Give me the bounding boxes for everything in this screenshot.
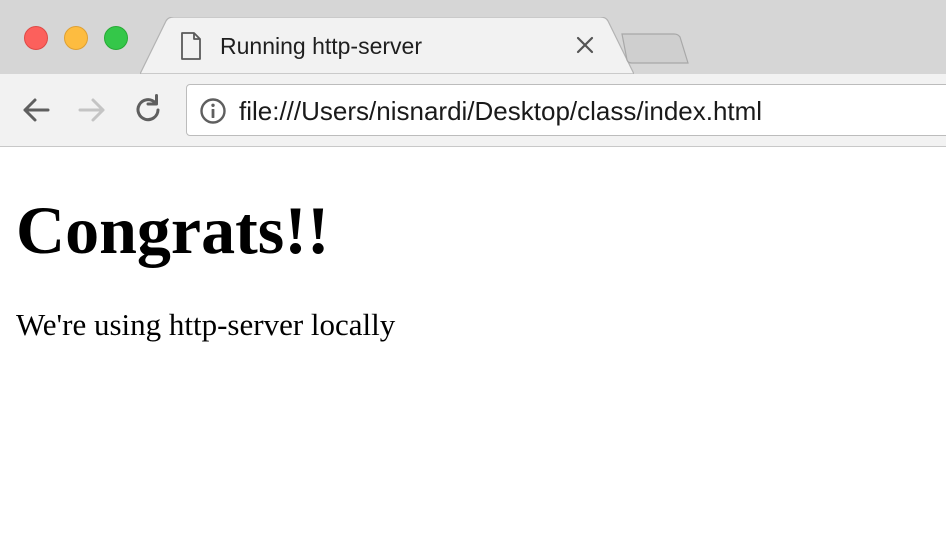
window-maximize-button[interactable] [104,26,128,50]
url-text[interactable]: file:///Users/nisnardi/Desktop/class/ind… [239,95,762,127]
window-minimize-button[interactable] [64,26,88,50]
page-heading: Congrats!! [16,192,330,268]
tab-strip: Running http-server [0,0,946,75]
page-icon [181,32,201,60]
tab-title: Running http-server [220,33,422,59]
reload-icon[interactable] [130,92,166,128]
new-tab-button[interactable] [620,32,690,66]
page-paragraph: We're using http-server locally [16,307,396,342]
info-icon[interactable] [199,97,227,125]
browser-toolbar: file:///Users/nisnardi/Desktop/class/ind… [0,74,946,147]
window-close-button[interactable] [24,26,48,50]
back-arrow-icon[interactable] [18,92,54,128]
forward-arrow-icon [78,98,105,122]
page-content: Congrats!! We're using http-server local… [0,148,946,548]
active-tab[interactable]: Running http-server [176,17,612,74]
close-icon[interactable] [574,34,596,56]
address-bar[interactable]: file:///Users/nisnardi/Desktop/class/ind… [186,84,946,136]
